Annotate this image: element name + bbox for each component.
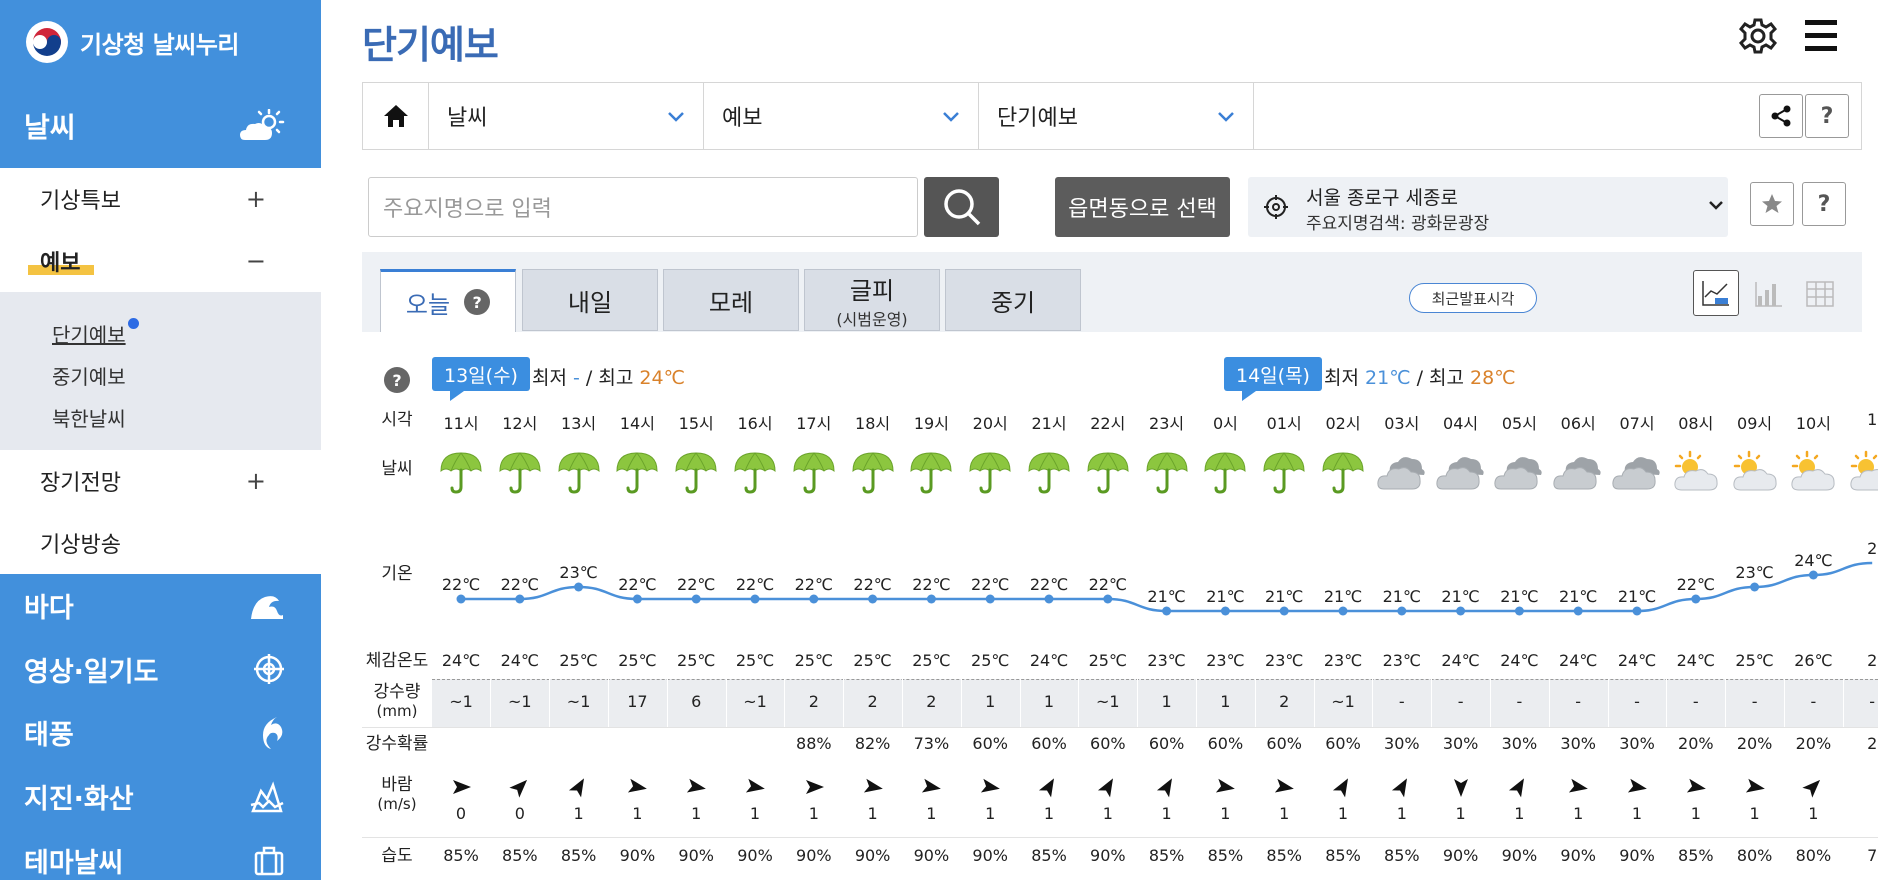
temperature-point	[1514, 606, 1524, 616]
temperature-label: 23℃	[559, 563, 597, 582]
temperature-point	[1162, 606, 1172, 616]
temperature-point	[691, 594, 701, 604]
temperature-point	[1573, 606, 1583, 616]
temperature-label: 21℃	[1265, 587, 1303, 606]
temperature-label: 22℃	[971, 575, 1009, 594]
temperature-point	[1456, 606, 1466, 616]
temperature-point	[632, 594, 642, 604]
temperature-point	[574, 582, 584, 592]
temperature-point	[515, 594, 525, 604]
temperature-label: 22℃	[912, 575, 950, 594]
temperature-point	[750, 594, 760, 604]
temperature-label: 2	[1867, 539, 1877, 558]
temperature-point	[1397, 606, 1407, 616]
temperature-point	[1691, 594, 1701, 604]
temperature-label: 22℃	[1089, 575, 1127, 594]
temperature-label: 21℃	[1618, 587, 1656, 606]
temperature-label: 22℃	[853, 575, 891, 594]
temperature-point	[985, 594, 995, 604]
temperature-label: 21℃	[1500, 587, 1538, 606]
temperature-point	[1044, 594, 1054, 604]
temperature-label: 22℃	[795, 575, 833, 594]
temperature-label: 23℃	[1735, 563, 1773, 582]
temperature-point	[868, 594, 878, 604]
temperature-point	[1750, 582, 1760, 592]
temperature-point	[1220, 606, 1230, 616]
temperature-point	[926, 594, 936, 604]
app-root: 기상청 날씨누리 날씨 기상특보 + 예보 − 단기예보 중기예보 북한날씨 장…	[0, 0, 1878, 880]
menu-forecast-label: 예보	[27, 245, 96, 277]
temperature-label: 22℃	[442, 575, 480, 594]
temperature-label: 21℃	[1559, 587, 1597, 606]
temperature-label: 22℃	[501, 575, 539, 594]
temperature-point	[1338, 606, 1348, 616]
temperature-label: 22℃	[1677, 575, 1715, 594]
temperature-point	[1632, 606, 1642, 616]
temperature-label: 22℃	[618, 575, 656, 594]
temperature-point	[456, 594, 466, 604]
temperature-label: 21℃	[1383, 587, 1421, 606]
temperature-label: 22℃	[677, 575, 715, 594]
temp-line-chart: 22℃ 22℃ 23℃ 22℃ 22℃ 22℃ 22℃ 22℃ 22℃ 22℃ 22℃ 22℃ 21℃ 2…	[442, 539, 1877, 616]
temperature-label: 21℃	[1206, 587, 1244, 606]
temperature-point	[1103, 594, 1113, 604]
temperature-point	[809, 594, 819, 604]
temperature-point	[1279, 606, 1289, 616]
temperature-label: 21℃	[1441, 587, 1479, 606]
temperature-label: 24℃	[1794, 551, 1832, 570]
temperature-point	[1808, 570, 1818, 580]
temperature-label: 22℃	[1030, 575, 1068, 594]
temperature-label: 21℃	[1324, 587, 1362, 606]
temperature-label: 21℃	[1147, 587, 1185, 606]
temperature-label: 22℃	[736, 575, 774, 594]
